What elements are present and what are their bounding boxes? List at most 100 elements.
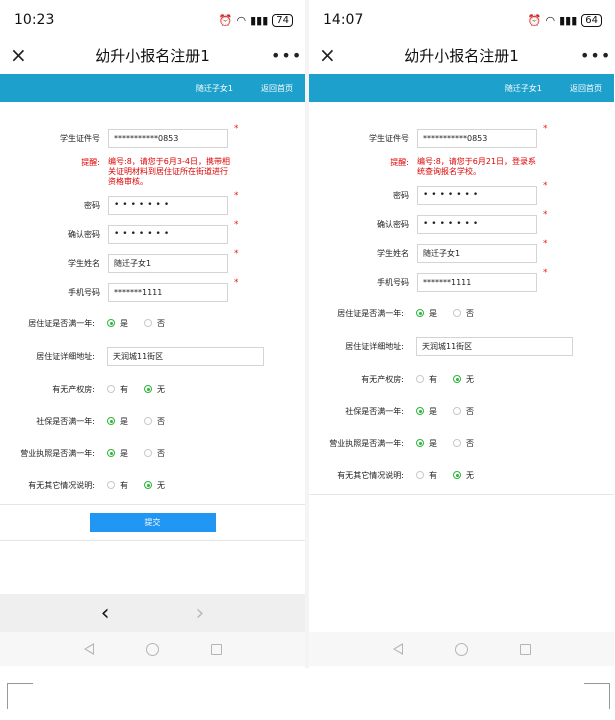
pwd2-label: 确认密码 [377, 219, 409, 229]
radio-icon[interactable] [453, 439, 461, 447]
home-link[interactable]: 返回首页 [261, 83, 293, 94]
option-no[interactable]: 否 [144, 416, 165, 427]
registration-form: 学生证件号 ***********0853 * 提醒: 编号:8，请您于6月21… [309, 102, 614, 495]
option-no[interactable]: 否 [144, 318, 165, 329]
option-none[interactable]: 无 [144, 384, 165, 395]
more-menu-icon[interactable]: ••• [271, 46, 301, 65]
system-back-icon[interactable] [392, 643, 403, 655]
pwd-label: 密码 [84, 200, 100, 210]
system-home-icon[interactable] [145, 642, 159, 656]
radio-selected-icon[interactable] [107, 449, 115, 457]
pwd2-input[interactable]: ••••••• [417, 214, 537, 234]
option-yes[interactable]: 是 [416, 406, 437, 417]
radio-icon[interactable] [144, 319, 152, 327]
crop-mark-right [584, 683, 610, 709]
option-none[interactable]: 无 [144, 480, 165, 491]
child-link[interactable]: 随迁子女1 [196, 83, 233, 94]
screenshot-canvas: 10:23 ⏰ ◠ ▮▮▮ 74 × 幼升小报名注册1 ••• 随迁子女1 返回… [0, 0, 615, 720]
radio-icon[interactable] [107, 481, 115, 489]
phone-screen-right: 14:07 ⏰ ◠ ▮▮▮ 64 × 幼升小报名注册1 ••• 随迁子女1 返回… [309, 0, 614, 668]
radio-selected-icon[interactable] [453, 471, 461, 479]
option-have[interactable]: 有 [416, 470, 437, 481]
radio-selected-icon[interactable] [107, 319, 115, 327]
system-home-icon[interactable] [454, 642, 468, 656]
system-recents-icon[interactable] [519, 643, 531, 655]
address-input[interactable]: 天润城11街区 [416, 336, 573, 356]
phone-input[interactable]: *******1111 [108, 282, 228, 302]
close-icon[interactable]: × [319, 43, 343, 67]
pwd-input[interactable]: ••••••• [108, 195, 228, 215]
battery-icon: 74 [272, 13, 293, 27]
radio-selected-icon[interactable] [416, 439, 424, 447]
home-link[interactable]: 返回首页 [570, 83, 602, 94]
pwd2-input[interactable]: ••••••• [108, 224, 228, 244]
radio-icon[interactable] [107, 385, 115, 393]
option-have[interactable]: 有 [416, 374, 437, 385]
name-row: 学生姓名 随迁子女1 * [0, 249, 305, 273]
radio-icon[interactable] [144, 449, 152, 457]
name-row: 学生姓名 随迁子女1 * [309, 239, 614, 263]
hint-block: 提醒: 编号:8，请您于6月3-4日，携带相关证明材料到居住证所在街道进行资格审… [0, 157, 305, 187]
option-none[interactable]: 无 [453, 470, 474, 481]
radio-icon[interactable] [453, 309, 461, 317]
question-label: 社保是否满一年: [345, 406, 404, 416]
radio-icon[interactable] [144, 417, 152, 425]
question-social-security: 社保是否满一年: 是 否 [0, 412, 305, 430]
more-menu-icon[interactable]: ••• [580, 46, 610, 65]
name-input[interactable]: 随迁子女1 [417, 243, 537, 263]
cert-input[interactable]: ***********0853 [108, 128, 228, 148]
close-icon[interactable]: × [10, 43, 34, 67]
option-have[interactable]: 有 [107, 480, 128, 491]
radio-selected-icon[interactable] [144, 385, 152, 393]
pwd2-label: 确认密码 [68, 229, 100, 239]
option-have[interactable]: 有 [107, 384, 128, 395]
question-other: 有无其它情况说明: 有 无 [0, 476, 305, 494]
address-label: 居住证详细地址: [36, 351, 95, 361]
radio-selected-icon[interactable] [144, 481, 152, 489]
radio-icon[interactable] [416, 375, 424, 383]
option-no[interactable]: 否 [453, 438, 474, 449]
nav-bar: × 幼升小报名注册1 ••• [0, 40, 305, 70]
submit-button[interactable]: 提交 [89, 513, 216, 532]
crop-mark-left [7, 683, 33, 709]
status-time: 14:07 [323, 12, 364, 28]
radio-selected-icon[interactable] [453, 375, 461, 383]
required-star: * [543, 181, 548, 191]
radio-icon[interactable] [416, 471, 424, 479]
mute-icon: ⏰ [218, 13, 233, 27]
option-yes[interactable]: 是 [416, 308, 437, 319]
radio-selected-icon[interactable] [107, 417, 115, 425]
child-link[interactable]: 随迁子女1 [505, 83, 542, 94]
required-star: * [543, 239, 548, 249]
question-business-license: 营业执照是否满一年: 是 否 [309, 434, 614, 452]
cert-input[interactable]: ***********0853 [417, 128, 537, 148]
radio-selected-icon[interactable] [416, 309, 424, 317]
cert-label: 学生证件号 [369, 133, 409, 143]
pwd-input[interactable]: ••••••• [417, 185, 537, 205]
top-band: 随迁子女1 返回首页 [309, 74, 614, 102]
phone-input[interactable]: *******1111 [417, 272, 537, 292]
option-yes[interactable]: 是 [416, 438, 437, 449]
name-input[interactable]: 随迁子女1 [108, 253, 228, 273]
back-icon[interactable]: ‹ [101, 601, 110, 626]
option-yes[interactable]: 是 [107, 318, 128, 329]
system-back-icon[interactable] [83, 643, 94, 655]
pwd2-row: 确认密码 ••••••• * [309, 210, 614, 234]
option-no[interactable]: 否 [453, 406, 474, 417]
question-label: 社保是否满一年: [36, 416, 95, 426]
status-bar: 10:23 ⏰ ◠ ▮▮▮ 74 [0, 0, 305, 40]
pwd-row: 密码 ••••••• * [0, 191, 305, 215]
address-input[interactable]: 天润城11街区 [107, 346, 264, 366]
question-residence-year: 居住证是否满一年: 是 否 [309, 304, 614, 322]
system-recents-icon[interactable] [210, 643, 222, 655]
option-yes[interactable]: 是 [107, 416, 128, 427]
option-no[interactable]: 否 [144, 448, 165, 459]
required-star: * [234, 191, 239, 201]
option-no[interactable]: 否 [453, 308, 474, 319]
radio-icon[interactable] [453, 407, 461, 415]
forward-icon[interactable]: › [196, 601, 205, 626]
radio-selected-icon[interactable] [416, 407, 424, 415]
option-none[interactable]: 无 [453, 374, 474, 385]
cert-label: 学生证件号 [60, 133, 100, 143]
option-yes[interactable]: 是 [107, 448, 128, 459]
